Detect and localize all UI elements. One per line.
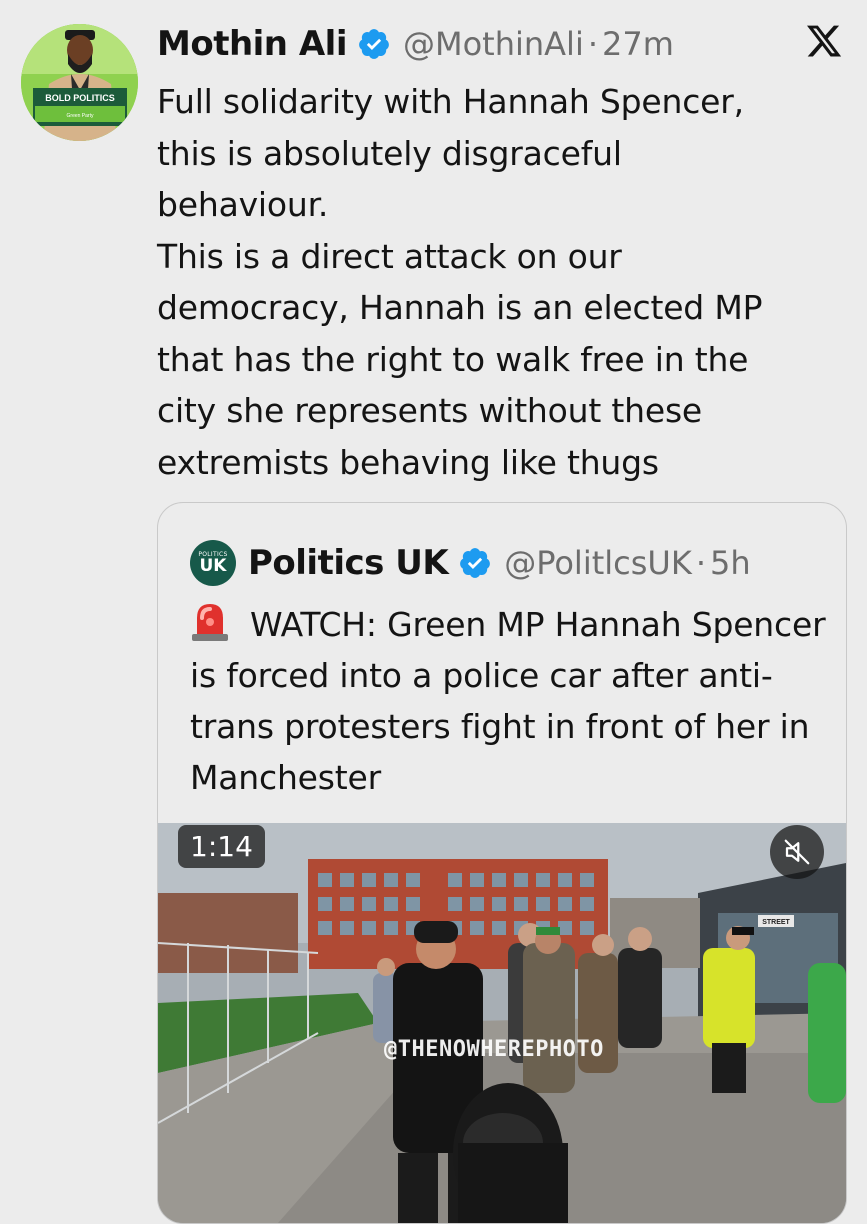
mute-toggle-button[interactable] — [770, 825, 824, 879]
quoted-tweet-card[interactable]: POLITICS UK Politics UK @PolitlcsUK · 5h… — [157, 502, 847, 1224]
author-handle[interactable]: @MothinAli — [403, 25, 584, 63]
avatar-podium-sub: Green Party — [67, 113, 94, 119]
quoted-author-avatar[interactable]: POLITICS UK — [190, 540, 236, 586]
video-watermark: @THENOWHEREPHOTO — [384, 1037, 604, 1062]
video-duration-badge: 1:14 — [178, 825, 265, 868]
tweet-header: Mothin Ali @MothinAli · 27m — [157, 22, 674, 66]
quoted-tweet-body: WATCH: Green MP Hannah Spencer is forced… — [190, 599, 840, 803]
police-siren-emoji-icon — [192, 604, 228, 641]
quoted-tweet-timestamp[interactable]: 5h — [710, 544, 751, 582]
author-avatar[interactable]: BOLD POLITICS Green Party — [21, 24, 138, 141]
quoted-author-handle[interactable]: @PolitlcsUK — [504, 544, 692, 582]
street-sign-text: STREET — [762, 919, 790, 926]
video-player[interactable]: STREET @THENOWHEREPHOTO — [158, 823, 846, 1223]
tweet-body: Full solidarity with Hannah Spencer, thi… — [157, 82, 763, 482]
quoted-tweet-header: POLITICS UK Politics UK @PolitlcsUK · 5h — [190, 539, 751, 587]
x-logo-icon[interactable] — [805, 22, 843, 60]
verified-badge-icon — [460, 548, 491, 578]
avatar-podium-sign: BOLD POLITICS — [45, 93, 115, 103]
header-separator: · — [587, 25, 598, 63]
speaker-muted-icon — [784, 839, 810, 865]
quoted-author-name[interactable]: Politics UK — [248, 543, 449, 583]
tweet-timestamp[interactable]: 27m — [602, 25, 674, 63]
quoted-avatar-bottom: UK — [199, 556, 227, 576]
video-frame: STREET — [158, 823, 846, 1223]
avatar-image: BOLD POLITICS Green Party — [21, 24, 138, 141]
quoted-header-separator: · — [695, 544, 706, 582]
quoted-tweet-text: WATCH: Green MP Hannah Spencer is forced… — [190, 605, 826, 797]
verified-badge-icon — [359, 29, 389, 59]
author-name[interactable]: Mothin Ali — [157, 24, 347, 64]
